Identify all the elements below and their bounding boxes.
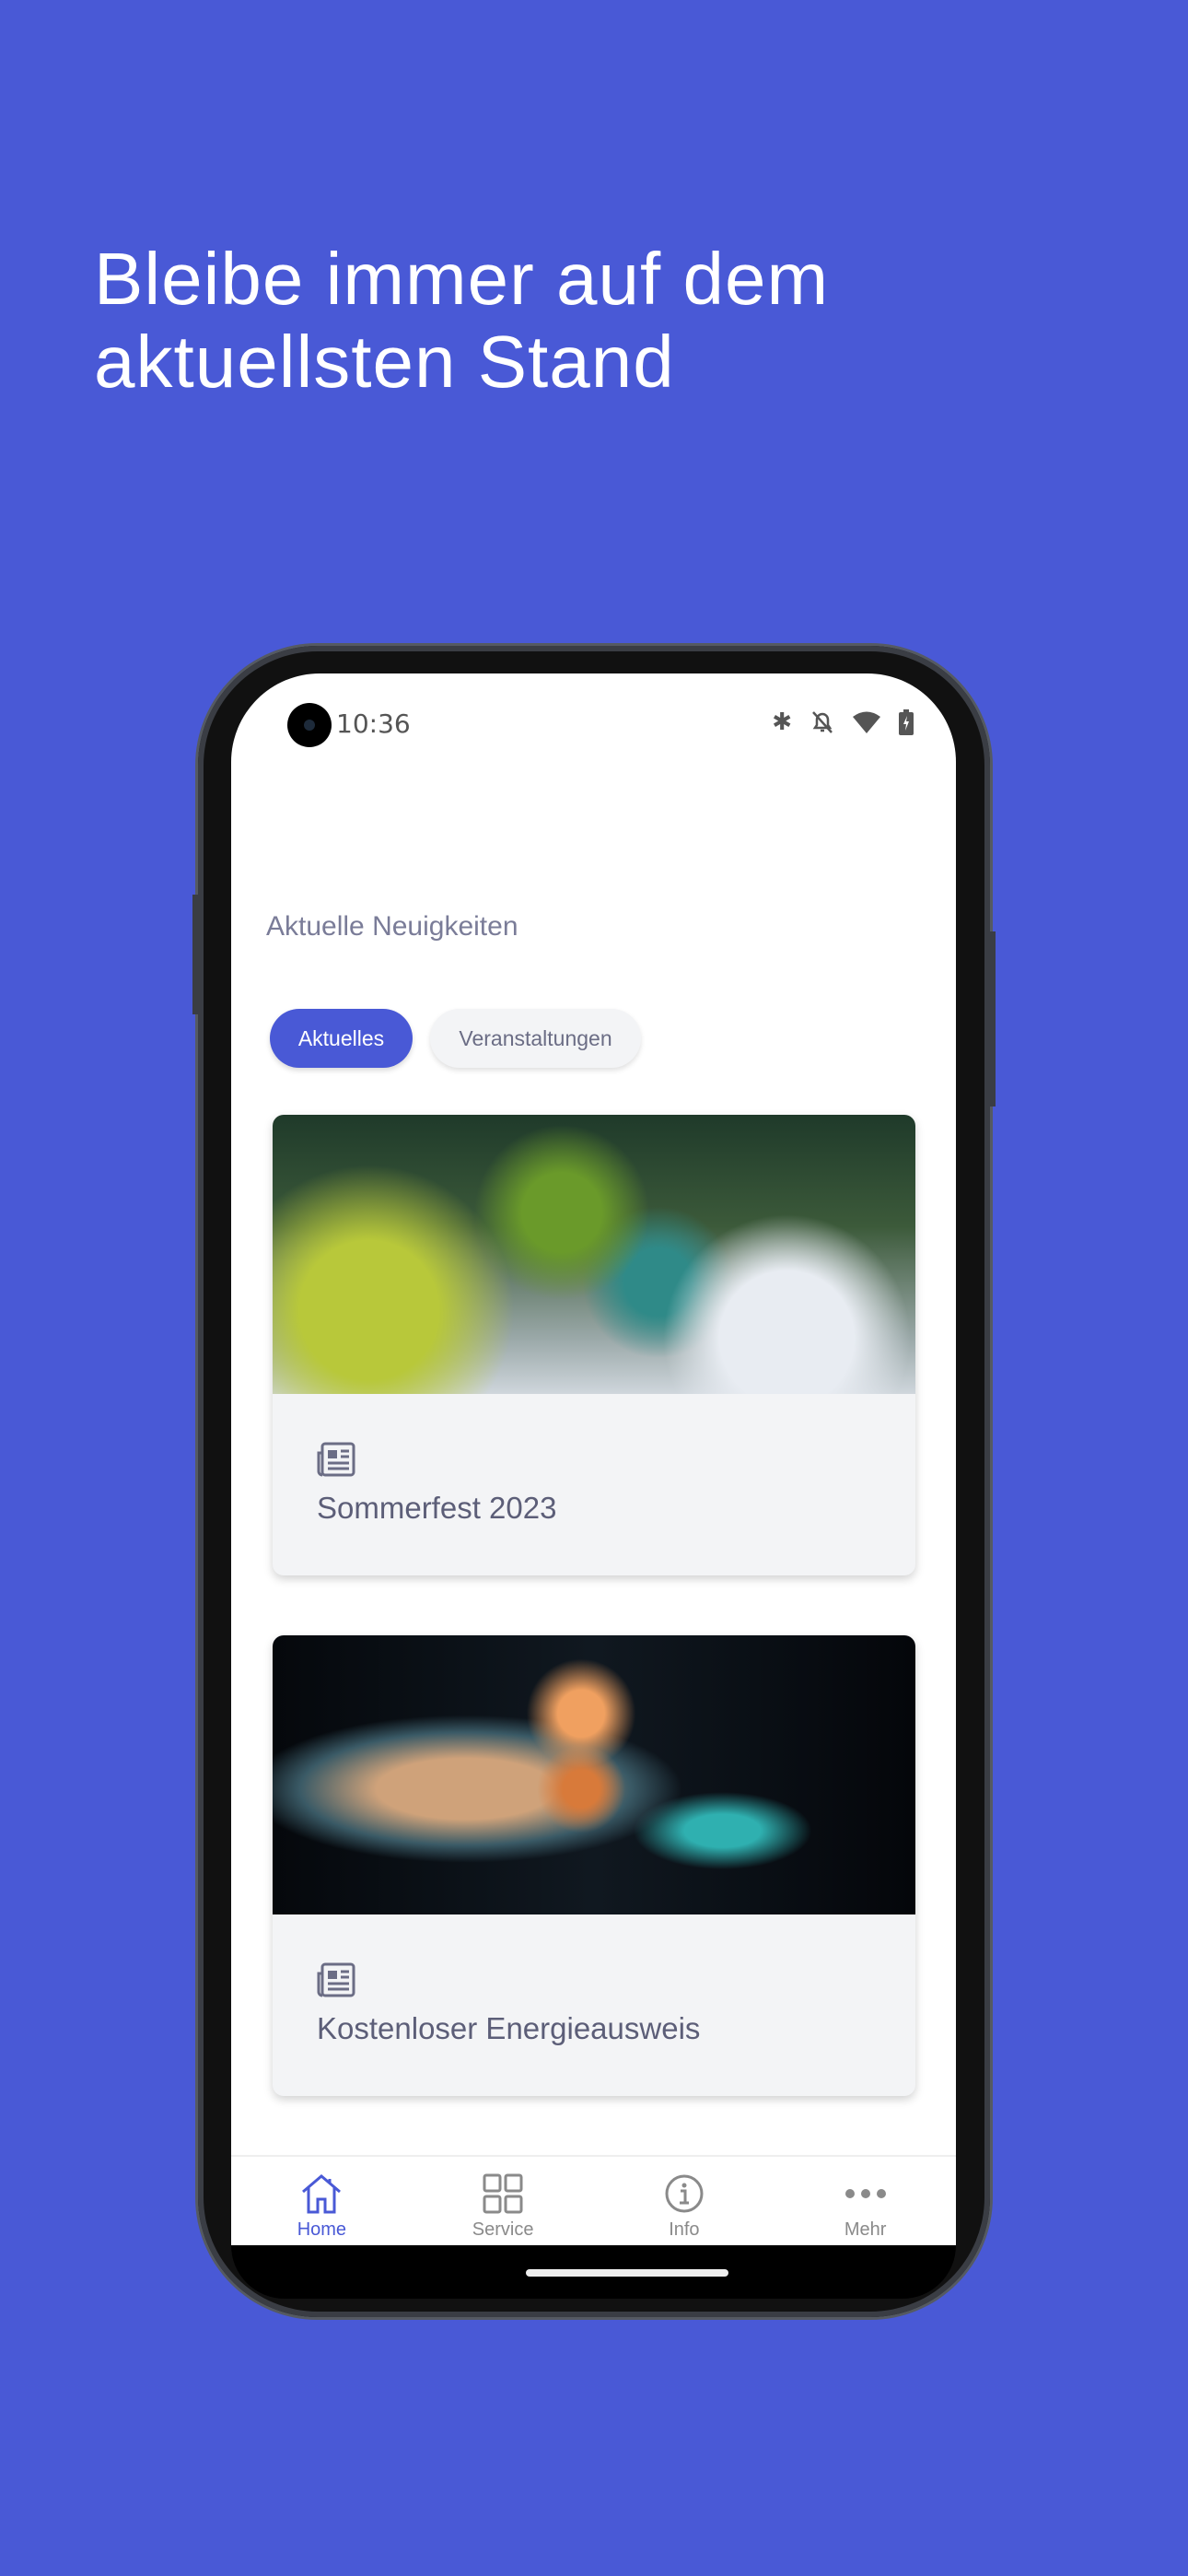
- nav-label: Info: [669, 2219, 700, 2240]
- nav-item-info[interactable]: Info: [594, 2157, 775, 2245]
- bell-off-icon: [812, 711, 833, 733]
- headline-line-1: Bleibe immer auf dem: [94, 238, 830, 320]
- news-image: [273, 1115, 915, 1394]
- nav-item-home[interactable]: Home: [231, 2157, 413, 2245]
- bluetooth-icon: ✱: [772, 708, 792, 736]
- info-icon: [665, 2174, 704, 2213]
- more-icon: [844, 2189, 886, 2198]
- nav-label: Mehr: [844, 2219, 887, 2240]
- gesture-area: [231, 2245, 956, 2299]
- battery-charging-icon: [899, 709, 914, 735]
- home-indicator[interactable]: [526, 2269, 728, 2277]
- headline: Bleibe immer auf dem aktuellsten Stand: [94, 238, 829, 404]
- nav-label: Home: [297, 2219, 347, 2240]
- filter-chip-aktuelles[interactable]: Aktuelles: [270, 1009, 413, 1068]
- status-icons: ✱: [772, 708, 914, 736]
- camera-cutout: [287, 703, 332, 747]
- phone-side-button: [192, 895, 198, 1014]
- news-title: Kostenloser Energieausweis: [317, 2011, 701, 2045]
- news-card[interactable]: Sommerfest 2023: [273, 1115, 915, 1575]
- grid-icon: [483, 2173, 523, 2214]
- home-icon: [302, 2174, 342, 2214]
- bottom-nav: Home Service Info Mehr: [231, 2155, 956, 2245]
- wifi-icon: [853, 711, 880, 733]
- nav-item-service[interactable]: Service: [413, 2157, 594, 2245]
- filter-chip-veranstaltungen[interactable]: Veranstaltungen: [430, 1009, 641, 1068]
- news-title: Sommerfest 2023: [317, 1491, 557, 1525]
- newspaper-icon: [317, 1962, 355, 1997]
- nav-label: Service: [472, 2219, 534, 2240]
- phone-side-button: [990, 931, 996, 1107]
- app-screen: 10:36 ✱ Aktuelle Neuigkeiten Aktuelles V…: [231, 673, 956, 2245]
- status-time: 10:36: [336, 708, 411, 739]
- nav-item-mehr[interactable]: Mehr: [775, 2157, 956, 2245]
- section-title: Aktuelle Neuigkeiten: [266, 911, 518, 942]
- headline-line-2: aktuellsten Stand: [94, 321, 675, 403]
- phone-frame: 10:36 ✱ Aktuelle Neuigkeiten Aktuelles V…: [192, 646, 996, 2317]
- news-image: [273, 1635, 915, 1914]
- newspaper-icon: [317, 1442, 355, 1477]
- news-card[interactable]: Kostenloser Energieausweis: [273, 1635, 915, 2096]
